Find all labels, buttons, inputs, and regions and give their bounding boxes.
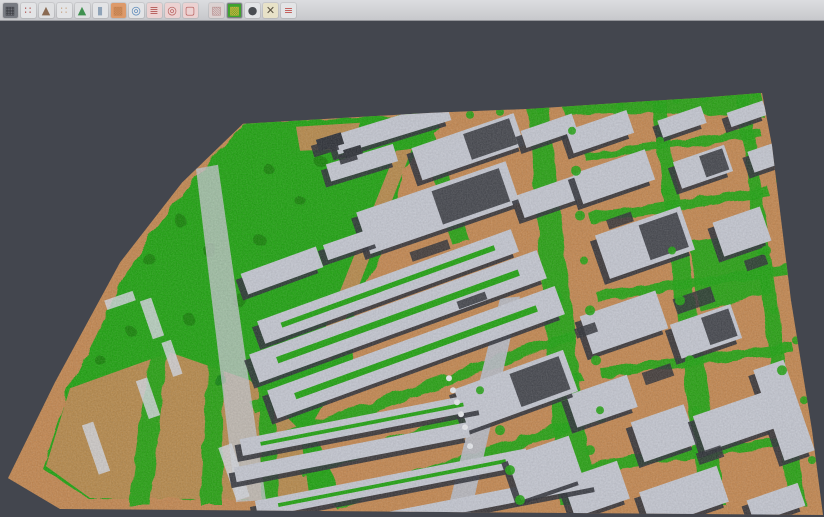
terrain-green-icon[interactable]: ▲ bbox=[75, 3, 90, 18]
red-table-icon[interactable]: ≡ bbox=[281, 3, 296, 18]
viewport-3d[interactable] bbox=[0, 22, 824, 517]
point-dots-icon-glyph: ∷ bbox=[61, 3, 68, 18]
point-dots-icon[interactable]: ∷ bbox=[57, 3, 72, 18]
classes-map-icon[interactable]: ▩ bbox=[227, 3, 242, 18]
model-scene-svg[interactable] bbox=[0, 22, 824, 517]
red-list-icon[interactable]: ≣ bbox=[147, 3, 162, 18]
classes-map-icon-glyph: ▩ bbox=[229, 3, 239, 18]
ruler-delete-icon[interactable]: ✕ bbox=[263, 3, 278, 18]
blue-column-icon-glyph: ▮ bbox=[97, 3, 103, 18]
terrain-brown-icon[interactable]: ▲ bbox=[39, 3, 54, 18]
dark-sphere-icon-glyph: ● bbox=[248, 3, 258, 18]
pale-region-icon[interactable]: ▧ bbox=[209, 3, 224, 18]
orange-square-icon-glyph: ▩ bbox=[113, 3, 123, 18]
terrain-brown-icon-glyph: ▲ bbox=[42, 3, 50, 18]
blue-column-icon[interactable]: ▮ bbox=[93, 3, 108, 18]
red-selection-icon-glyph: ▢ bbox=[185, 3, 195, 18]
red-circle-icon[interactable]: ◎ bbox=[165, 3, 180, 18]
ruler-delete-icon-glyph: ✕ bbox=[266, 3, 275, 18]
terrain-model bbox=[0, 22, 824, 517]
dark-sphere-icon[interactable]: ● bbox=[245, 3, 260, 18]
globe-icon[interactable]: ◎ bbox=[129, 3, 144, 18]
pale-region-icon-glyph: ▧ bbox=[211, 3, 221, 18]
red-circle-icon-glyph: ◎ bbox=[167, 3, 177, 18]
terrain-green-icon-glyph: ▲ bbox=[78, 3, 86, 18]
red-table-icon-glyph: ≡ bbox=[284, 3, 293, 18]
orange-square-icon[interactable]: ▩ bbox=[111, 3, 126, 18]
color-dots-icon[interactable]: ∷ bbox=[21, 3, 36, 18]
color-dots-icon-glyph: ∷ bbox=[25, 3, 32, 18]
red-selection-icon[interactable]: ▢ bbox=[183, 3, 198, 18]
globe-icon-glyph: ◎ bbox=[131, 3, 141, 18]
main-toolbar: ▦ ∷ ▲ ∷ ▲ ▮ ▩ ◎ ≣ ◎ ▢ ▧ ▩ ● ✕ ≡ bbox=[0, 0, 824, 21]
dark-grid-icon[interactable]: ▦ bbox=[3, 3, 18, 18]
dark-grid-icon-glyph: ▦ bbox=[5, 3, 15, 18]
red-list-icon-glyph: ≣ bbox=[149, 3, 158, 18]
